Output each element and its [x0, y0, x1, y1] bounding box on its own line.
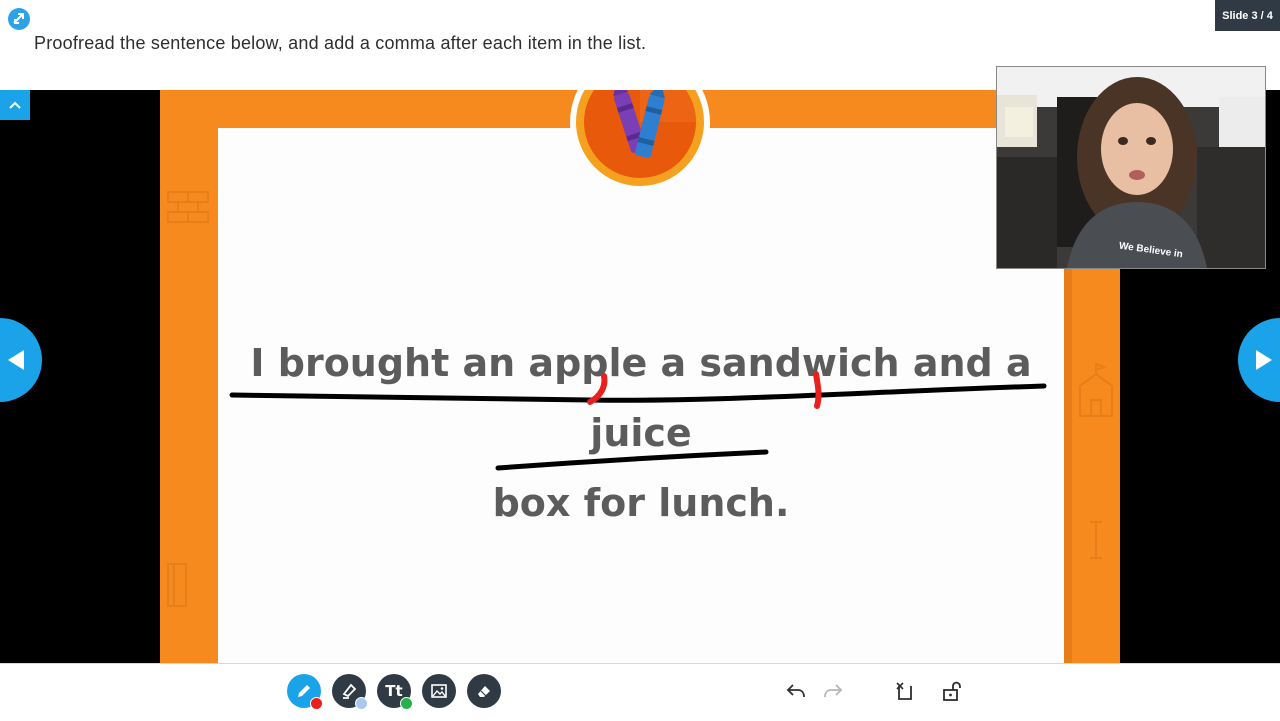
undo-button[interactable] [781, 676, 811, 706]
collapse-button[interactable] [0, 90, 30, 120]
highlighter-color-indicator [355, 697, 368, 710]
redo-button[interactable] [818, 676, 848, 706]
instruction-text: Proofread the sentence below, and add a … [34, 33, 647, 53]
pen-color-indicator [310, 697, 323, 710]
highlighter-tool-button[interactable] [332, 674, 368, 710]
presenter-video: We Believe in [997, 67, 1265, 268]
eraser-icon [478, 686, 490, 697]
clear-slide-button[interactable] [890, 676, 920, 706]
slide-canvas[interactable]: I brought an apple a sandwich and a juic… [160, 90, 1120, 663]
sentence-line-2: box for lunch. [492, 481, 790, 525]
undo-icon [786, 684, 805, 698]
text-color-indicator [400, 697, 413, 710]
image-tool-button[interactable] [422, 674, 456, 708]
text-tool-button[interactable]: Tt [377, 674, 413, 710]
crayon-badge-icon [570, 90, 710, 192]
lock-button[interactable] [938, 676, 968, 706]
webcam-feed: We Believe in [996, 66, 1266, 269]
lock-icon [943, 681, 961, 701]
image-icon [431, 684, 447, 698]
pencil-icon [298, 685, 310, 697]
text-icon: Tt [385, 682, 403, 700]
eraser-tool-button[interactable] [467, 674, 501, 708]
chevron-right-icon [1256, 350, 1272, 370]
slide-counter: Slide 3 / 4 [1215, 0, 1280, 31]
highlighter-icon [342, 683, 357, 699]
pen-tool-button[interactable] [287, 674, 323, 710]
chevron-left-icon [8, 350, 24, 370]
clear-icon [896, 682, 912, 700]
app-logo-icon [8, 8, 30, 30]
pencil-deco-icon [1090, 521, 1102, 559]
sentence-line-1: I brought an apple a sandwich and a juic… [250, 341, 1032, 455]
annotation-toolbar: Tt [0, 663, 1280, 721]
school-house-icon [1079, 362, 1113, 417]
slide-sentence: I brought an apple a sandwich and a juic… [218, 328, 1064, 538]
brick-wall-icon [167, 191, 209, 223]
chevron-up-icon [9, 101, 21, 109]
redo-icon [824, 684, 843, 698]
book-icon [167, 563, 187, 607]
